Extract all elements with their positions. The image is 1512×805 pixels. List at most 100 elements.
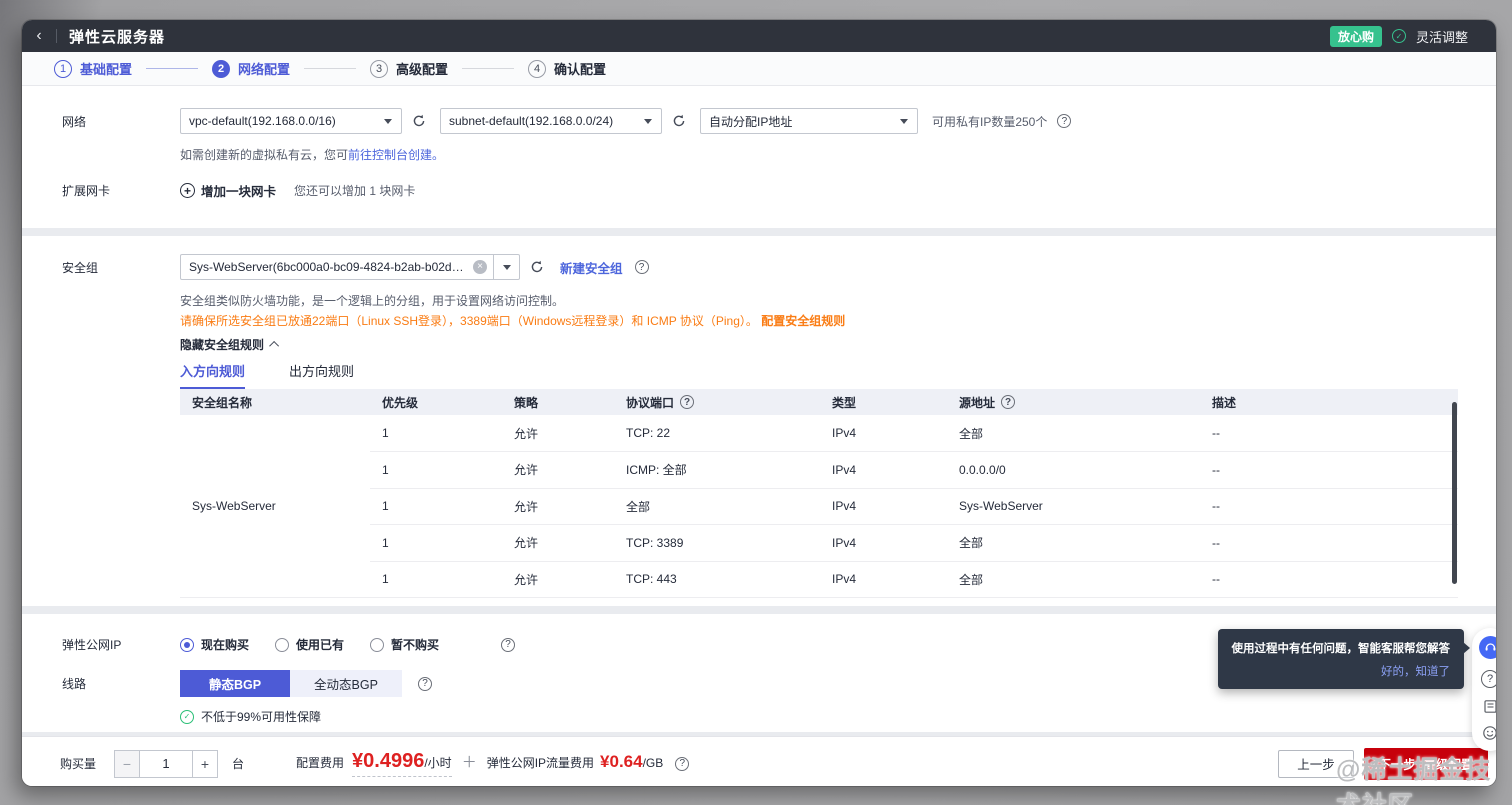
protocol-cell: TCP: 3389 [614,524,820,562]
protocol-cell: TCP: 22 [614,415,820,452]
radio-icon [275,637,290,652]
help-icon[interactable]: ? [418,676,432,691]
nic-label: 扩展网卡 [62,184,111,198]
radio-use-existing[interactable]: 使用已有 [275,636,344,653]
new-security-group-link[interactable]: 新建安全组 [560,258,623,277]
desc-cell: -- [1200,451,1458,489]
helper-prefix: 如需创建新的虚拟私有云，您可 [180,148,349,162]
step-label: 基础配置 [80,62,133,77]
help-icon[interactable]: ? [501,637,516,652]
radio-icon [370,637,385,652]
step-label: 高级配置 [396,62,449,77]
line-label: 线路 [62,677,87,691]
back-button[interactable]: ‹ [22,20,56,52]
security-group-desc: 安全组类似防火墙功能，是一个逻辑上的分组，用于设置网络访问控制。 [180,294,565,308]
purchase-footer: 购买量 − 1 + 台 配置费用 ¥0.4996 /小时 ＋ 弹性公网IP流量费… [22,736,1496,786]
plus-circle-icon: + [180,183,195,198]
step-connector [304,68,357,69]
protocol-cell: 全部 [614,488,820,525]
help-center-button[interactable]: ? [1481,670,1496,688]
subnet-refresh-button[interactable] [670,112,688,130]
col-group-name: 安全组名称 [180,389,370,415]
minus-icon: − [122,755,132,772]
config-fee: ¥0.4996 /小时 [352,750,452,777]
console-create-link[interactable]: 前往控制台创建。 [348,148,444,162]
policy-cell: 允许 [502,561,614,598]
help-icon[interactable]: ? [1001,395,1016,409]
caret-down-icon [644,118,652,124]
step-advanced-config[interactable]: 3 高级配置 [370,59,448,78]
radio-not-now[interactable]: 暂不购买 [370,636,439,653]
priority-cell: 1 [370,524,502,562]
step-confirm-config[interactable]: 4 确认配置 [528,59,606,78]
nic-hint: 您还可以增加 1 块网卡 [294,184,416,198]
help-icon[interactable]: ? [680,395,695,409]
vpc-select[interactable]: vpc-default(192.168.0.0/16) [180,108,402,134]
ip-assign-select[interactable]: 自动分配IP地址 [700,108,918,134]
subnet-select[interactable]: subnet-default(192.168.0.0/24) [440,108,662,134]
hide-rules-label: 隐藏安全组规则 [180,338,265,352]
col-policy: 策略 [502,389,614,415]
vpc-refresh-button[interactable] [410,112,428,130]
table-row: 1 允许 TCP: 443 IPv4 全部 -- [180,561,1458,598]
source-link[interactable]: Sys-WebServer [947,488,1200,525]
policy-cell: 允许 [502,488,614,525]
tab-outbound-rules[interactable]: 出方向规则 [289,361,354,389]
ip-assign-select-value: 自动分配IP地址 [709,114,793,129]
hide-rules-toggle[interactable]: 隐藏安全组规则 [180,336,1496,353]
top-bar: ‹ 弹性云服务器 放心购 ✓ 灵活调整 [22,20,1496,52]
tooltip-dismiss-link[interactable]: 好的，知道了 [1232,663,1450,679]
add-nic-label: 增加一块网卡 [201,185,277,199]
plus-icon: + [200,755,210,772]
configure-rules-link[interactable]: 配置安全组规则 [761,314,845,328]
step-number: 1 [54,59,72,78]
type-cell: IPv4 [820,524,947,562]
next-step-button[interactable]: 下一步: 高级配置 [1364,747,1488,780]
priority-cell: 1 [370,415,502,452]
caret-down-icon [502,264,511,270]
chevron-up-icon [269,340,280,351]
step-label: 确认配置 [554,62,607,77]
previous-step-button[interactable]: 上一步 [1278,749,1354,778]
add-nic-button[interactable]: + 增加一块网卡 [180,181,276,200]
security-group-label: 安全组 [62,260,99,275]
type-cell: IPv4 [820,488,947,525]
line-dynamic-bgp-button[interactable]: 全动态BGP [290,670,402,697]
clear-icon[interactable]: × [473,260,487,274]
page-title: 弹性云服务器 [69,28,166,46]
refresh-icon [413,114,425,127]
config-fee-unit: /小时 [424,756,452,770]
source-cell: 0.0.0.0/0 [947,451,1200,489]
radio-buy-now[interactable]: 现在购买 [180,636,249,653]
caret-down-icon [900,118,908,124]
subnet-select-value: subnet-default(192.168.0.0/24) [449,114,614,128]
line-static-bgp-button[interactable]: 静态BGP [180,670,290,697]
table-scrollbar[interactable] [1452,402,1457,584]
help-icon[interactable]: ? [634,260,649,274]
security-group-refresh-button[interactable] [528,258,546,276]
satisfaction-button[interactable] [1482,725,1496,741]
quantity-unit: 台 [232,757,245,771]
quantity-value[interactable]: 1 [139,749,194,778]
quantity-stepper: − 1 + [114,749,219,778]
security-rules-table: 安全组名称 优先级 策略 协议端口? 类型 源地址? 描述 Sys-WebSer… [180,389,1458,598]
step-indicator: 1 基础配置 2 网络配置 3 高级配置 4 确认配置 [22,52,1496,86]
eip-label: 弹性公网IP [62,638,122,652]
topbar-divider [56,29,57,43]
security-group-select[interactable]: Sys-WebServer(6bc000a0-bc09-4824-b2ab-b0… [180,254,520,280]
tab-inbound-rules[interactable]: 入方向规则 [180,361,246,389]
quantity-increase-button[interactable]: + [193,749,219,778]
tooltip-arrow [1463,642,1470,654]
quantity-decrease-button[interactable]: − [114,749,140,778]
step-basic-config[interactable]: 1 基础配置 [54,59,132,78]
smiley-icon [1483,726,1496,740]
refresh-icon [531,260,543,273]
type-cell: IPv4 [820,561,947,598]
help-icon[interactable]: ? [1057,114,1072,128]
feedback-form-button[interactable] [1483,699,1496,714]
step-label: 网络配置 [238,62,291,77]
help-icon[interactable]: ? [675,756,690,771]
step-network-config[interactable]: 2 网络配置 [212,59,290,78]
smart-assistant-button[interactable] [1478,636,1496,659]
protocol-cell: ICMP: 全部 [614,451,820,489]
